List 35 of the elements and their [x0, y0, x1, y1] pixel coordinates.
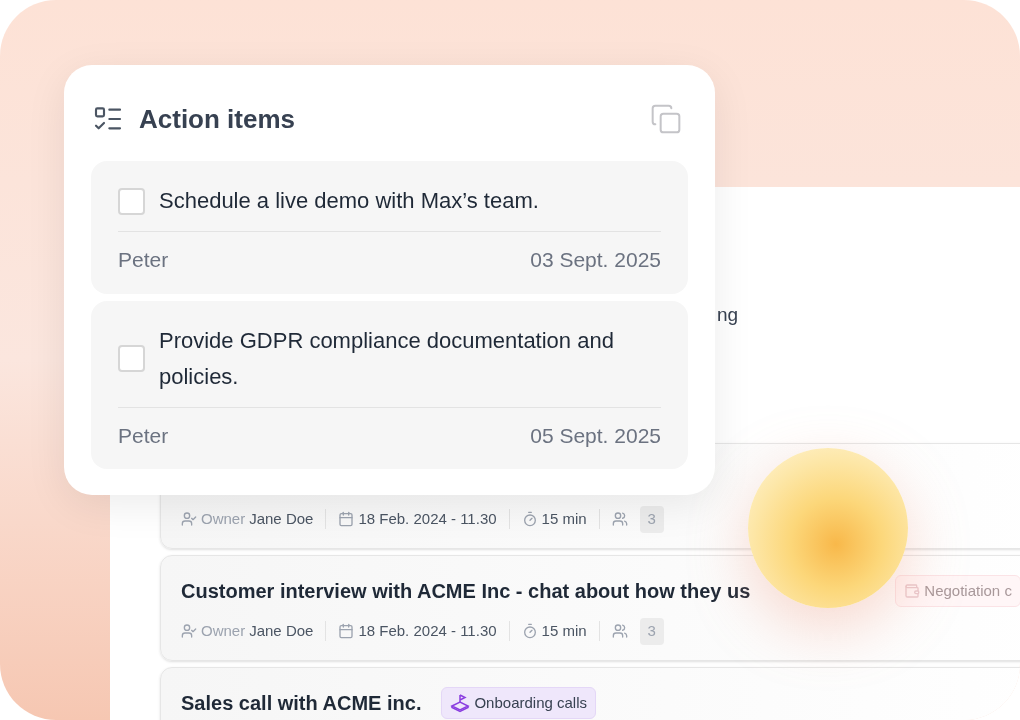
owner-label: Owner [201, 621, 246, 641]
timer-icon [521, 623, 538, 640]
flag-icon [450, 693, 471, 713]
meeting-date: 18 Feb. 2024 - 11.30 [358, 509, 497, 529]
user-icon [181, 511, 197, 528]
meeting-card[interactable]: Sales call with ACME inc. Onboarding calls [160, 667, 1020, 720]
participant-count: 3 [639, 618, 664, 645]
participant-count: 3 [639, 506, 664, 533]
timer-icon [521, 511, 538, 528]
meeting-date: 18 Feb. 2024 - 11.30 [358, 621, 497, 641]
meeting-duration: 15 min [541, 509, 587, 529]
meeting-duration: 15 min [541, 621, 587, 641]
wallet-icon [904, 583, 921, 599]
user-icon [181, 623, 197, 640]
copy-icon [650, 103, 682, 135]
due-date: 03 Sept. 2025 [530, 247, 661, 273]
checkbox[interactable] [118, 345, 145, 372]
action-text: Schedule a live demo with Max’s team. [159, 187, 539, 215]
background-text: ng [717, 304, 739, 325]
owner-label: Owner [201, 509, 246, 529]
owner-name: Jane Doe [249, 509, 314, 529]
calendar-icon [338, 511, 355, 528]
meeting-title: Customer interview with ACME Inc - chat about how they us [181, 579, 751, 604]
participants-icon [611, 623, 628, 640]
meeting-title: Sales call with ACME inc. [181, 691, 422, 716]
copy-button[interactable] [650, 103, 682, 135]
participants-icon [611, 511, 628, 528]
checkbox[interactable] [118, 187, 145, 215]
action-text: Provide GDPR compliance documentation and policies. [159, 326, 615, 391]
calendar-icon [338, 623, 355, 640]
card-title: Action items [139, 102, 296, 136]
owner-name: Jane Doe [249, 621, 314, 641]
category-tag: Onboarding calls [441, 686, 597, 720]
assignee: Peter [118, 247, 169, 273]
meeting-card[interactable]: Customer interview with ACME Inc - chat about how they us Negotiation c Owner Jane Doe 18 Feb. 2024 - 11.30 15 min 3 [160, 555, 1020, 661]
